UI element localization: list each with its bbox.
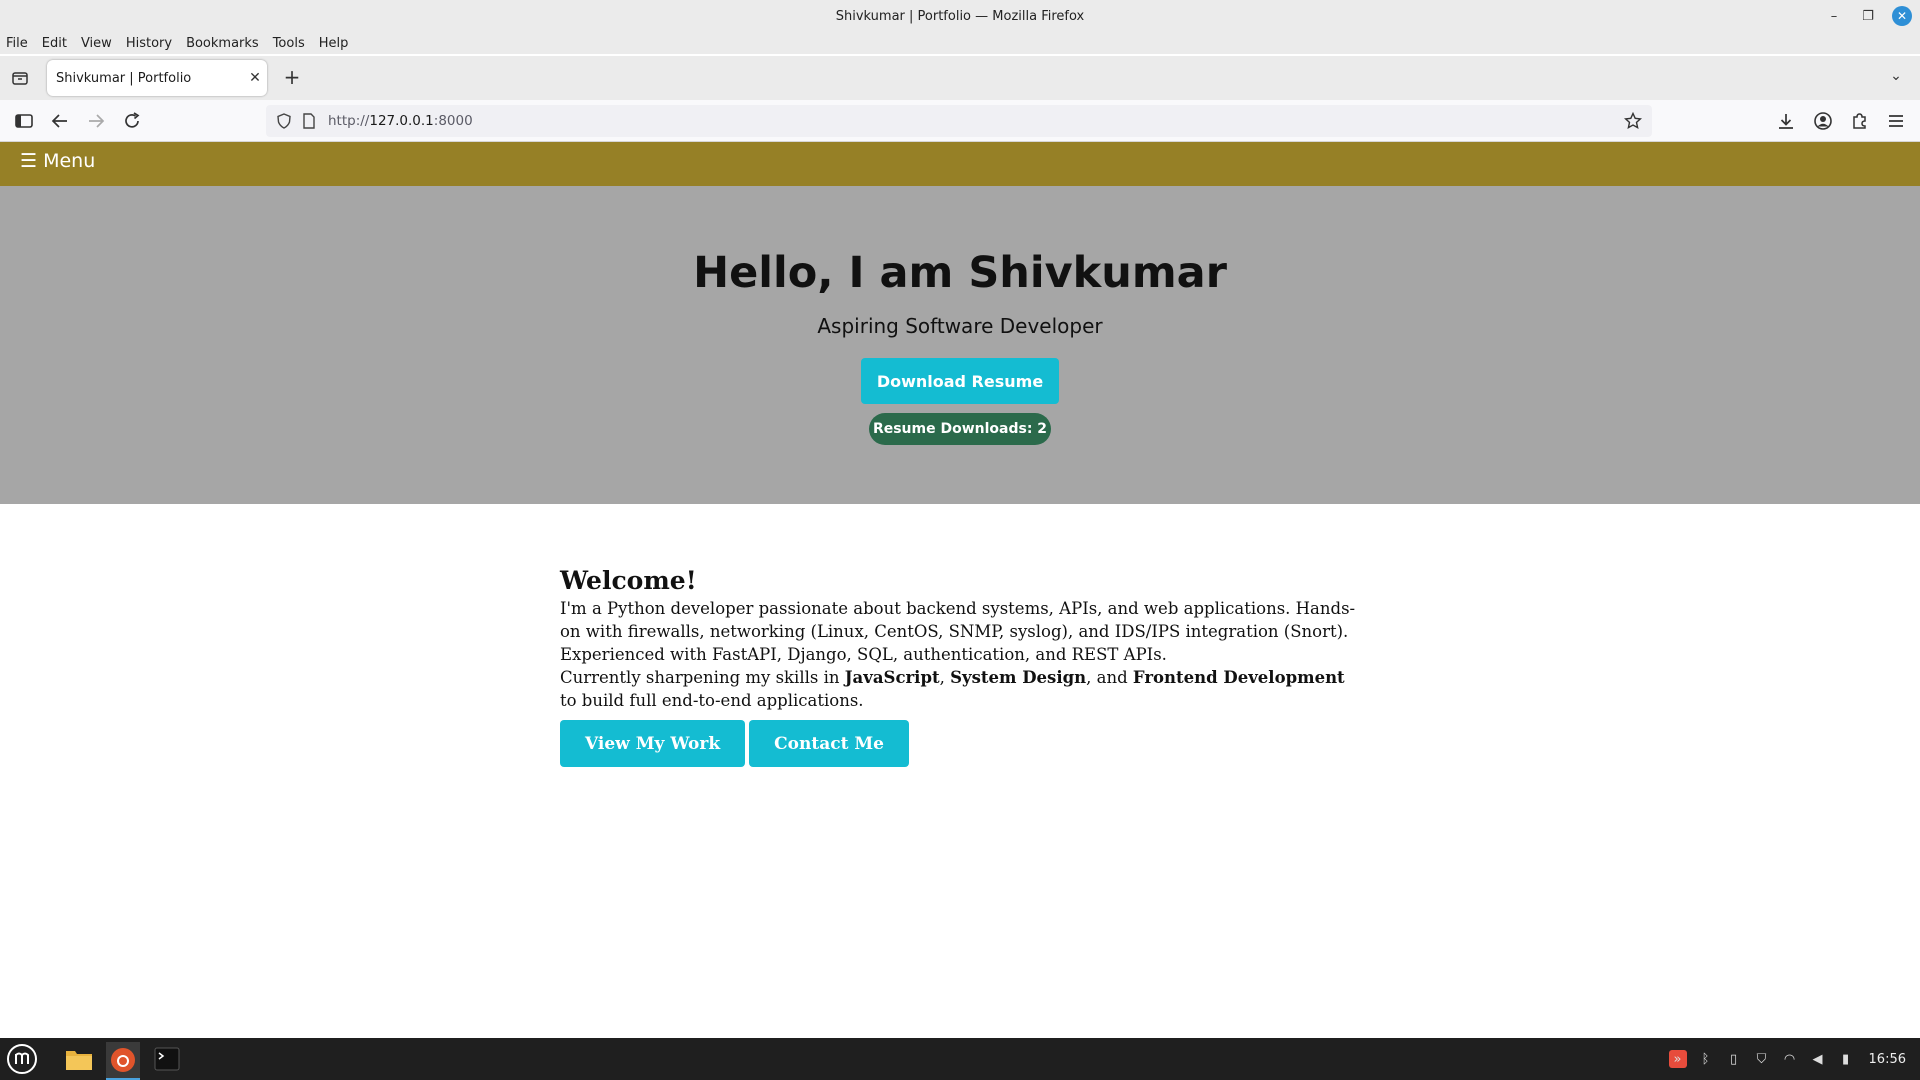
close-tab-icon[interactable]: ✕ bbox=[243, 70, 267, 86]
bookmark-star-icon[interactable] bbox=[1623, 111, 1643, 134]
firefox-view-icon[interactable] bbox=[10, 68, 30, 88]
new-tab-icon[interactable]: + bbox=[280, 66, 304, 90]
clock[interactable]: 16:56 bbox=[1869, 1052, 1906, 1067]
skill-javascript: JavaScript bbox=[844, 668, 940, 687]
skill-system-design: System Design bbox=[950, 668, 1087, 687]
skills-separator-1: , bbox=[939, 668, 951, 687]
url-bar[interactable]: http://127.0.0.1:8000 bbox=[266, 105, 1652, 137]
page-viewport: ☰ Menu Hello, I am Shivkumar Aspiring So… bbox=[0, 142, 1920, 1038]
app-menu-icon[interactable] bbox=[1884, 109, 1908, 133]
clipboard-icon[interactable]: ▯ bbox=[1725, 1050, 1743, 1068]
tab-portfolio[interactable]: Shivkumar | Portfolio ✕ bbox=[47, 60, 267, 96]
start-menu-icon[interactable] bbox=[5, 1042, 39, 1076]
site-nav: ☰ Menu bbox=[0, 142, 1920, 186]
page-info-icon[interactable] bbox=[302, 113, 316, 133]
shield-icon[interactable]: ⛉ bbox=[1753, 1050, 1771, 1068]
menu-help[interactable]: Help bbox=[319, 36, 349, 51]
restore-icon[interactable]: ❐ bbox=[1858, 6, 1878, 26]
extensions-icon[interactable] bbox=[1847, 109, 1871, 133]
list-all-tabs-icon[interactable]: ⌄ bbox=[1886, 68, 1906, 88]
intro-paragraph: I'm a Python developer passionate about … bbox=[560, 599, 1356, 664]
cta-buttons: View My Work Contact Me bbox=[560, 720, 1360, 767]
tab-strip: Shivkumar | Portfolio ✕ + ⌄ bbox=[0, 56, 1920, 100]
close-window-icon[interactable]: ✕ bbox=[1892, 6, 1912, 26]
system-tray: » ᛒ ▯ ⛉ ◠ ◀ ▮ 16:56 bbox=[1668, 1038, 1920, 1080]
terminal-icon[interactable] bbox=[150, 1042, 184, 1076]
skills-prefix: Currently sharpening my skills in bbox=[560, 668, 845, 687]
menu-view[interactable]: View bbox=[81, 36, 112, 51]
minimize-icon[interactable]: – bbox=[1824, 6, 1844, 26]
bluetooth-icon[interactable]: ᛒ bbox=[1697, 1050, 1715, 1068]
reload-icon[interactable] bbox=[120, 109, 144, 133]
window-title: Shivkumar | Portfolio — Mozilla Firefox bbox=[835, 8, 1085, 24]
hero-heading: Hello, I am Shivkumar bbox=[693, 248, 1227, 298]
sidebar-icon[interactable] bbox=[12, 109, 36, 133]
url-scheme: http:// bbox=[328, 113, 370, 129]
url-host: 127.0.0.1 bbox=[369, 113, 434, 129]
skill-frontend: Frontend Development bbox=[1132, 668, 1345, 687]
nav-toolbar: http://127.0.0.1:8000 bbox=[0, 100, 1920, 142]
wifi-icon[interactable]: ◠ bbox=[1781, 1050, 1799, 1068]
download-resume-button[interactable]: Download Resume bbox=[861, 358, 1059, 404]
tab-title: Shivkumar | Portfolio bbox=[56, 70, 192, 86]
volume-icon[interactable]: ◀ bbox=[1809, 1050, 1827, 1068]
welcome-section: Welcome! I'm a Python developer passiona… bbox=[560, 566, 1360, 767]
downloads-icon[interactable] bbox=[1774, 109, 1798, 133]
menu-toggle-button[interactable]: ☰ Menu bbox=[20, 150, 95, 172]
hero-section: Hello, I am Shivkumar Aspiring Software … bbox=[0, 186, 1920, 504]
back-icon[interactable] bbox=[48, 109, 72, 133]
resume-downloads-badge: Resume Downloads: 2 bbox=[869, 413, 1051, 445]
taskbar: » ᛒ ▯ ⛉ ◠ ◀ ▮ 16:56 bbox=[0, 1038, 1920, 1080]
menu-edit[interactable]: Edit bbox=[42, 36, 67, 51]
skills-paragraph: Currently sharpening my skills in JavaSc… bbox=[560, 666, 1360, 712]
menu-bookmarks[interactable]: Bookmarks bbox=[186, 36, 259, 51]
url-port: :8000 bbox=[433, 113, 473, 129]
menu-tools[interactable]: Tools bbox=[273, 36, 305, 51]
hero-tagline: Aspiring Software Developer bbox=[817, 314, 1103, 338]
tracking-protection-icon[interactable] bbox=[276, 113, 292, 133]
menubar: File Edit View History Bookmarks Tools H… bbox=[0, 32, 1920, 54]
welcome-title: Welcome! bbox=[560, 566, 697, 595]
menu-file[interactable]: File bbox=[6, 36, 28, 51]
skills-separator-2: , and bbox=[1086, 668, 1133, 687]
window-titlebar: Shivkumar | Portfolio — Mozilla Firefox … bbox=[0, 0, 1920, 32]
forward-icon[interactable] bbox=[84, 109, 108, 133]
account-icon[interactable] bbox=[1811, 109, 1835, 133]
firefox-taskbar-icon[interactable] bbox=[106, 1042, 140, 1080]
window-controls: – ❐ ✕ bbox=[1824, 0, 1912, 32]
view-my-work-button[interactable]: View My Work bbox=[560, 720, 746, 767]
battery-icon[interactable]: ▮ bbox=[1837, 1050, 1855, 1068]
url-text: http://127.0.0.1:8000 bbox=[328, 113, 473, 129]
menu-history[interactable]: History bbox=[126, 36, 172, 51]
contact-me-button[interactable]: Contact Me bbox=[749, 720, 909, 767]
skills-suffix: to build full end-to-end applications. bbox=[560, 691, 864, 710]
update-manager-icon[interactable]: » bbox=[1668, 1050, 1687, 1068]
files-icon[interactable] bbox=[62, 1042, 96, 1076]
